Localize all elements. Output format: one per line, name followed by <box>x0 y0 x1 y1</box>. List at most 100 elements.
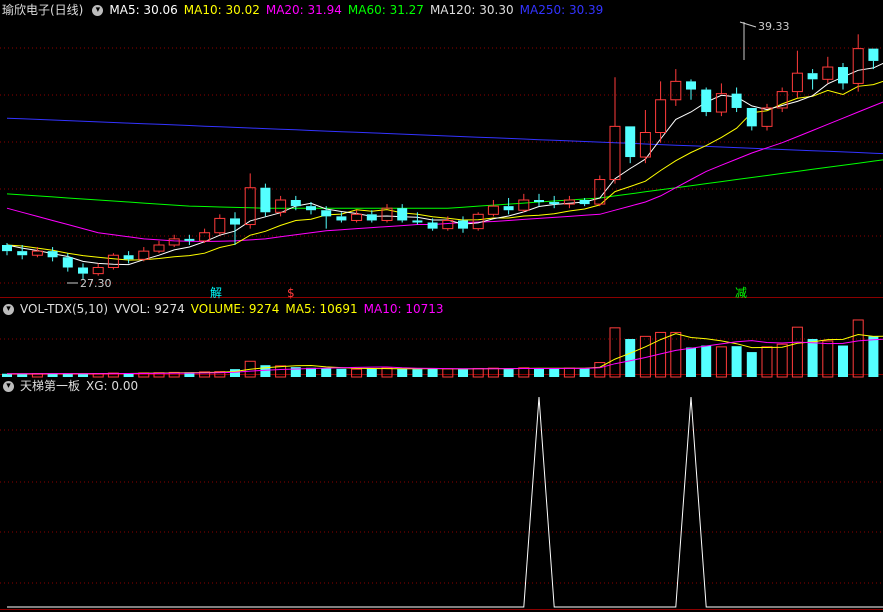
candle-body <box>609 125 621 181</box>
candle-body <box>852 48 864 84</box>
candle-body <box>351 213 363 221</box>
candle-body <box>518 199 530 211</box>
candle-body <box>458 220 468 229</box>
volume-bar <box>594 362 606 378</box>
candle-body <box>549 202 560 205</box>
candle-body <box>92 267 104 275</box>
volume-bar <box>487 367 499 378</box>
volume-bar <box>868 336 879 377</box>
volume-bar <box>701 345 712 377</box>
chart-grid <box>0 47 883 584</box>
xg-signal-line <box>7 396 883 608</box>
volume-bar <box>503 368 514 377</box>
candle-body <box>503 206 514 211</box>
volume-bar <box>534 368 544 377</box>
stock-chart[interactable]: 39.33 27.30 解 $ 减 <box>0 0 883 612</box>
candle-body <box>260 187 271 213</box>
volume-bar <box>321 368 332 377</box>
candle-body <box>487 205 499 215</box>
candle-body <box>31 250 43 256</box>
chart-annotations: 39.33 27.30 解 $ 减 <box>67 20 790 300</box>
volume-bar <box>17 373 28 377</box>
volume-bar <box>427 368 438 377</box>
candle-body <box>868 48 879 61</box>
volume-bar <box>472 367 484 378</box>
candle-body <box>123 255 134 260</box>
volume-bar <box>458 369 468 377</box>
volume-bar <box>230 369 240 377</box>
ma60-line <box>6 159 883 209</box>
candle-body <box>822 66 834 80</box>
candle-body <box>244 187 256 226</box>
candle-body <box>427 222 438 229</box>
volume-bar <box>306 367 316 377</box>
volume-bar <box>62 373 73 377</box>
candle-body <box>214 217 226 234</box>
volume-bar <box>791 326 803 378</box>
volume-bar <box>609 327 621 378</box>
candle-body <box>138 250 150 260</box>
candle-body <box>686 81 696 90</box>
volume-bar <box>625 338 636 377</box>
volume-bar <box>518 367 530 378</box>
candle-body <box>153 244 165 252</box>
candle-body <box>534 200 544 203</box>
volume-bar <box>579 368 590 377</box>
candle-body <box>838 67 848 84</box>
volume-bar <box>807 338 818 377</box>
ma-lines <box>6 62 883 266</box>
candle-body <box>412 220 423 223</box>
volume-bar <box>442 368 454 378</box>
volume-bar <box>776 343 788 378</box>
volume-bar <box>746 352 757 377</box>
candle-body <box>336 216 347 221</box>
candle-body <box>275 199 287 213</box>
volume-bar <box>366 368 377 377</box>
volume-bar <box>351 368 363 378</box>
volume-bar <box>412 369 423 377</box>
xg-line <box>7 396 883 608</box>
candle-body <box>579 200 590 205</box>
volume-bar <box>715 346 727 378</box>
candle-body <box>397 208 408 221</box>
candle-body <box>731 93 742 108</box>
high-price-label: 39.33 <box>758 20 790 33</box>
volume-bar <box>852 319 864 378</box>
low-price-label: 27.30 <box>80 277 112 290</box>
volume-bar <box>761 346 773 378</box>
volume-bar <box>78 373 88 377</box>
ma5-line <box>6 62 883 266</box>
volume-bar <box>822 340 834 378</box>
candle-body <box>594 179 606 205</box>
candle-body <box>2 245 12 252</box>
high-marker-line <box>739 21 757 60</box>
volume-bar <box>549 368 560 377</box>
candle-body <box>47 251 58 258</box>
candle-body <box>746 107 757 127</box>
candles <box>2 34 879 280</box>
candle-body <box>62 257 73 268</box>
volume-bar <box>381 367 393 378</box>
candle-body <box>321 210 332 217</box>
volume-bar <box>838 345 848 377</box>
candle-body <box>184 238 195 241</box>
event-marker-jian[interactable]: 减 <box>735 286 747 300</box>
event-marker-jie[interactable]: 解 <box>210 286 222 300</box>
candle-body <box>639 132 651 158</box>
volume-bar <box>686 347 696 377</box>
candle-body <box>701 89 712 113</box>
event-marker-dollar[interactable]: $ <box>287 286 295 300</box>
volume-bar <box>731 346 742 377</box>
candle-body <box>791 72 803 93</box>
candle-body <box>670 80 682 101</box>
candle-body <box>655 99 667 133</box>
candle-body <box>107 254 119 269</box>
volume-bar <box>260 365 271 377</box>
ma10-line <box>6 80 883 261</box>
candle-body <box>17 251 28 256</box>
volume-bar <box>563 367 575 378</box>
candle-body <box>168 238 180 246</box>
candle-body <box>366 214 377 221</box>
volume-bar <box>275 365 287 378</box>
candle-body <box>78 267 88 274</box>
